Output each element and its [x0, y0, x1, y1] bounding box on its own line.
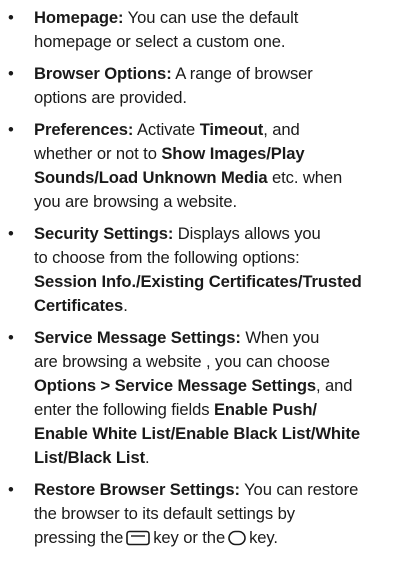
- item-line: Sounds/Load Unknown Media etc. when: [34, 168, 343, 187]
- bullet: •: [8, 64, 14, 83]
- item-line: Service Message Settings: When you: [34, 328, 320, 347]
- item-line: homepage or select a custom one.: [34, 32, 286, 51]
- item-line: whether or not to Show Images/Play: [34, 144, 305, 163]
- item-line: Security Settings: Displays allows you: [34, 224, 321, 243]
- round-key-icon: [228, 529, 246, 553]
- item-line: are browsing a website , you can choose: [34, 352, 330, 371]
- item-line: pressing the key or the key.: [34, 526, 278, 550]
- item-line: the browser to its default settings by: [34, 504, 295, 523]
- bullet: •: [8, 328, 14, 347]
- document-page: • Homepage: You can use the default home…: [0, 0, 395, 576]
- item-line: Homepage: You can use the default: [34, 8, 299, 27]
- item-line: to choose from the following options:: [34, 248, 300, 267]
- item-line: Enable White List/Enable Black List/Whit…: [34, 424, 360, 443]
- item-line: Certificates.: [34, 296, 128, 315]
- item-line: List/Black List.: [34, 448, 150, 467]
- item-title: Service Message Settings:: [34, 328, 241, 347]
- bullet: •: [8, 120, 14, 139]
- item-line: Browser Options: A range of browser: [34, 64, 313, 83]
- softkey-icon: [126, 529, 151, 553]
- item-title: Homepage:: [34, 8, 124, 27]
- bullet: •: [8, 224, 14, 243]
- item-line: you are browsing a website.: [34, 192, 237, 211]
- item-line: Options > Service Message Settings, and: [34, 376, 353, 395]
- item-line: Restore Browser Settings: You can restor…: [34, 480, 359, 499]
- item-line: Preferences: Activate Timeout, and: [34, 120, 300, 139]
- item-title: Browser Options:: [34, 64, 172, 83]
- item-line: enter the following fields Enable Push/: [34, 400, 317, 419]
- item-line: options are provided.: [34, 88, 187, 107]
- item-title: Security Settings:: [34, 224, 174, 243]
- bullet: •: [8, 480, 14, 499]
- item-line: Session Info./Existing Certificates/Trus…: [34, 272, 362, 291]
- bullet: •: [8, 8, 14, 27]
- item-title: Preferences:: [34, 120, 134, 139]
- item-title: Restore Browser Settings:: [34, 480, 240, 499]
